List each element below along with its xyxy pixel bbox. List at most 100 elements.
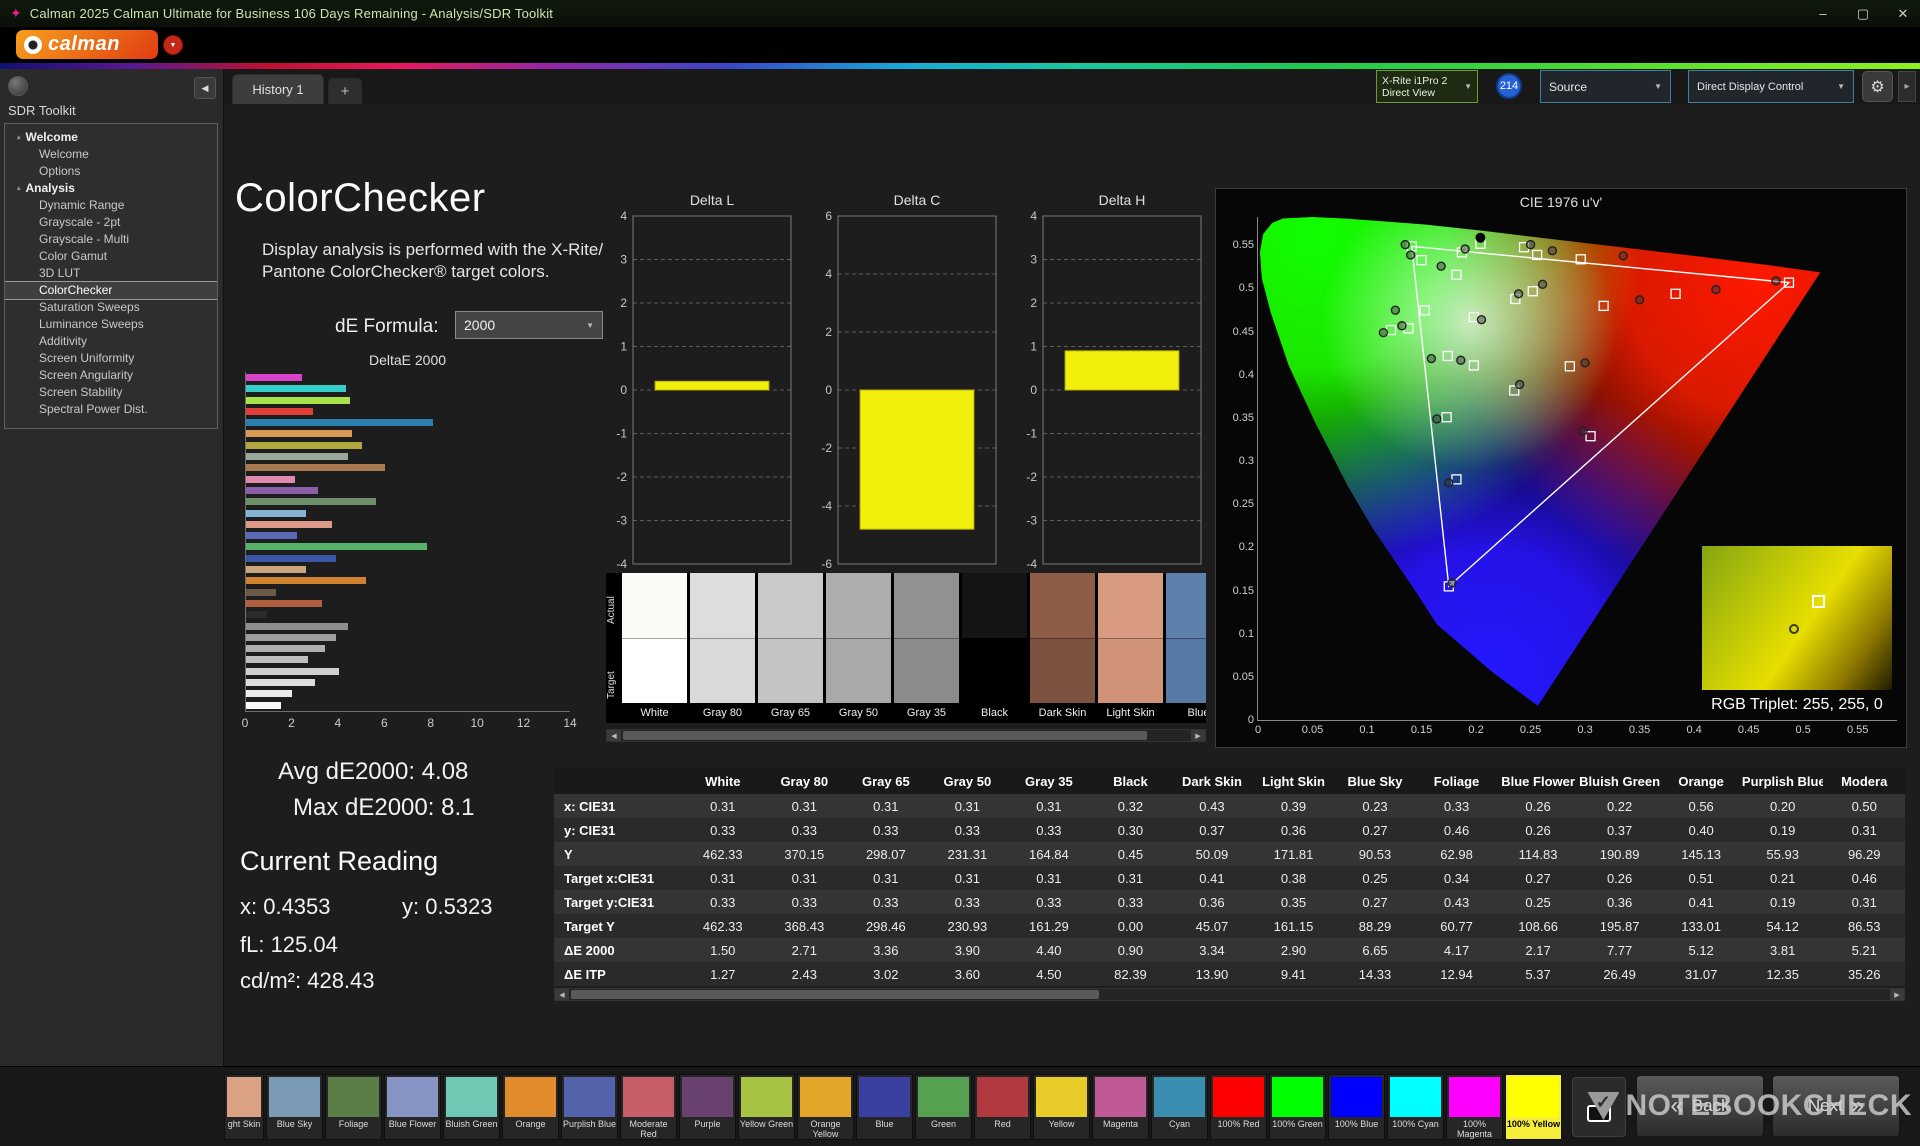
scrollbar-track[interactable]: [569, 989, 1890, 1000]
patch-button-100-red[interactable]: 100% Red: [1210, 1074, 1267, 1140]
page-title: ColorChecker: [235, 176, 486, 221]
scroll-right-icon[interactable]: ▶: [1191, 730, 1205, 741]
delta-c-plot: 6420-2-4-6: [800, 210, 1000, 572]
patch-button-purplish-blue[interactable]: Purplish Blue: [561, 1074, 618, 1140]
patch-button-foliage[interactable]: Foliage: [325, 1074, 382, 1140]
patch-button-ght-skin[interactable]: ght Skin: [224, 1074, 264, 1140]
y-tick-label: -3: [616, 514, 627, 528]
patch-button-magenta[interactable]: Magenta: [1092, 1074, 1149, 1140]
sidebar-item-luminance-sweeps[interactable]: Luminance Sweeps: [5, 316, 217, 333]
sidebar-item-saturation-sweeps[interactable]: Saturation Sweeps: [5, 299, 217, 316]
swatch-gray-50[interactable]: Gray 50: [826, 573, 891, 723]
patch-button-cyan[interactable]: Cyan: [1151, 1074, 1208, 1140]
sidebar-section-label: Analysis: [26, 182, 75, 195]
sidebar-item-grayscale-2pt[interactable]: Grayscale - 2pt: [5, 214, 217, 231]
swatch-light-skin[interactable]: Light Skin: [1098, 573, 1163, 723]
sidebar-item-options[interactable]: Options: [5, 163, 217, 180]
sidebar-item-color-gamut[interactable]: Color Gamut: [5, 248, 217, 265]
patch-button-green[interactable]: Green: [915, 1074, 972, 1140]
scroll-right-icon[interactable]: ▶: [1890, 989, 1904, 1000]
scrollbar-thumb[interactable]: [571, 990, 1099, 999]
sidebar-item-grayscale-multi[interactable]: Grayscale - Multi: [5, 231, 217, 248]
swatch-gray-65[interactable]: Gray 65: [758, 573, 823, 723]
next-button[interactable]: Next »: [1772, 1075, 1900, 1137]
sidebar-item-3d-lut[interactable]: 3D LUT: [5, 265, 217, 282]
table-cell: 0.43: [1171, 794, 1253, 818]
scrollbar-thumb[interactable]: [623, 731, 1147, 740]
swatch-white[interactable]: White: [622, 573, 687, 723]
back-button[interactable]: « Back: [1636, 1075, 1764, 1137]
settings-button[interactable]: ⚙: [1862, 71, 1893, 102]
patch-button-blue[interactable]: Blue: [856, 1074, 913, 1140]
patch-button-yellow-green[interactable]: Yellow Green: [738, 1074, 795, 1140]
cie-x-tick: 0.15: [1405, 724, 1439, 736]
patch-button-blue-flower[interactable]: Blue Flower: [384, 1074, 441, 1140]
swatch-scrollbar[interactable]: ◀ ▶: [606, 729, 1206, 742]
patch-swatch: [800, 1077, 851, 1117]
colorchecker-data-table: WhiteGray 80Gray 65Gray 50Gray 35BlackDa…: [554, 768, 1905, 986]
de2000-bar: [246, 589, 276, 596]
patch-button-100-yellow[interactable]: 100% Yellow: [1505, 1074, 1562, 1140]
swatch-blue[interactable]: Blue: [1166, 573, 1206, 723]
maximize-button[interactable]: ▢: [1852, 6, 1874, 22]
patch-button-100-green[interactable]: 100% Green: [1269, 1074, 1326, 1140]
sidebar-item-additivity[interactable]: Additivity: [5, 333, 217, 350]
patch-button-blue-sky[interactable]: Blue Sky: [266, 1074, 323, 1140]
patch-button-yellow[interactable]: Yellow: [1033, 1074, 1090, 1140]
y-tick-label: 2: [620, 296, 627, 310]
sidebar-item-screen-angularity[interactable]: Screen Angularity: [5, 367, 217, 384]
patch-swatch: [918, 1077, 969, 1117]
patch-button-100-cyan[interactable]: 100% Cyan: [1387, 1074, 1444, 1140]
panel-toggle-button[interactable]: ▸: [1898, 71, 1916, 102]
sidebar-item-welcome[interactable]: Welcome: [5, 146, 217, 163]
patch-button-red[interactable]: Red: [974, 1074, 1031, 1140]
sidebar-item-colorchecker[interactable]: ColorChecker: [5, 282, 217, 299]
source-dropdown[interactable]: Source ▼: [1540, 70, 1671, 103]
sidebar-item-screen-stability[interactable]: Screen Stability: [5, 384, 217, 401]
swatch-dark-skin[interactable]: Dark Skin: [1030, 573, 1095, 723]
table-cell: 1.27: [682, 962, 764, 986]
measured-point: [1539, 280, 1547, 288]
patch-button-100-blue[interactable]: 100% Blue: [1328, 1074, 1385, 1140]
meter-dropdown[interactable]: X-Rite i1Pro 2 Direct View ▼: [1376, 70, 1478, 103]
sidebar-item-dynamic-range[interactable]: Dynamic Range: [5, 197, 217, 214]
table-scrollbar[interactable]: ◀ ▶: [554, 988, 1905, 1001]
swatch-black[interactable]: Black: [962, 573, 1027, 723]
minimize-button[interactable]: –: [1812, 6, 1834, 21]
sidebar-collapse-button[interactable]: ◀: [194, 77, 216, 99]
de-x-tick: 14: [561, 716, 579, 730]
sidebar-section-analysis[interactable]: ▴Analysis: [5, 180, 217, 197]
add-tab-button[interactable]: +: [328, 78, 362, 104]
patch-button-orange-yellow[interactable]: Orange Yellow: [797, 1074, 854, 1140]
scrollbar-track[interactable]: [621, 730, 1191, 741]
logo-menu-button[interactable]: ▼: [163, 35, 183, 55]
de-formula-dropdown[interactable]: 2000 ▼: [455, 311, 603, 339]
patch-swatch: [328, 1077, 379, 1117]
sidebar-item-screen-uniformity[interactable]: Screen Uniformity: [5, 350, 217, 367]
row-label: Y: [554, 842, 682, 866]
swatch-target: [1166, 638, 1206, 704]
cie-x-tick: 0.2: [1459, 724, 1493, 736]
swatch-gray-35[interactable]: Gray 35: [894, 573, 959, 723]
display-control-dropdown[interactable]: Direct Display Control ▼: [1688, 70, 1854, 103]
scroll-left-icon[interactable]: ◀: [607, 730, 621, 741]
table-row: Target Y462.33368.43298.46230.93161.290.…: [554, 914, 1905, 938]
swatch-gray-80[interactable]: Gray 80: [690, 573, 755, 723]
sidebar-section-welcome[interactable]: ▴Welcome: [5, 129, 217, 146]
patch-label: 100% Green: [1270, 1117, 1325, 1139]
close-button[interactable]: ✕: [1892, 6, 1914, 22]
display-pattern-button[interactable]: ▲: [1572, 1077, 1626, 1137]
session-indicator-button[interactable]: [8, 76, 28, 96]
table-cell: 31.07: [1660, 962, 1742, 986]
patch-button-100-magenta[interactable]: 100% Magenta: [1446, 1074, 1503, 1140]
sidebar-item-spectral-power-dist[interactable]: Spectral Power Dist.: [5, 401, 217, 418]
patch-button-bluish-green[interactable]: Bluish Green: [443, 1074, 500, 1140]
patch-button-moderate-red[interactable]: Moderate Red: [620, 1074, 677, 1140]
measured-point: [1407, 251, 1415, 259]
table-cell: 0.51: [1660, 866, 1742, 890]
patch-button-orange[interactable]: Orange: [502, 1074, 559, 1140]
table-cell: 0.33: [1008, 818, 1090, 842]
patch-button-purple[interactable]: Purple: [679, 1074, 736, 1140]
tab-history-1[interactable]: History 1: [232, 74, 324, 104]
scroll-left-icon[interactable]: ◀: [555, 989, 569, 1000]
